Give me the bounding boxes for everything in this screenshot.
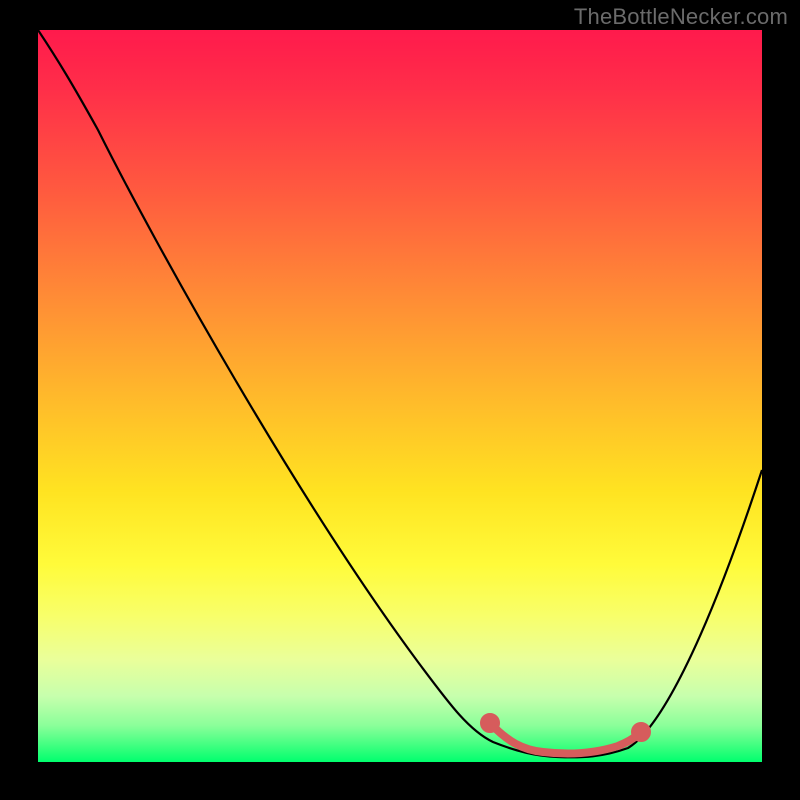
curve-layer xyxy=(38,30,762,762)
plot-area xyxy=(38,30,762,762)
attribution-text: TheBottleNecker.com xyxy=(574,4,788,30)
chart-frame: TheBottleNecker.com xyxy=(0,0,800,800)
bottleneck-curve xyxy=(38,30,762,757)
